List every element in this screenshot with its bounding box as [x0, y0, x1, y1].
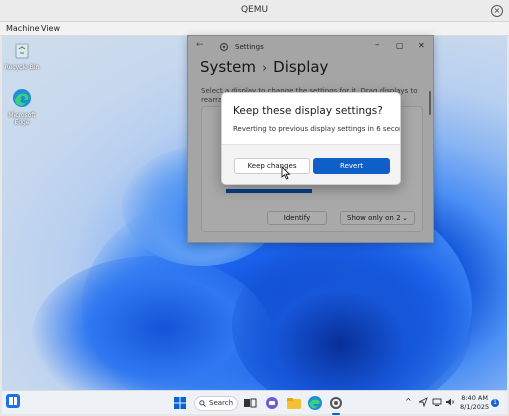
- menu-view[interactable]: View: [41, 24, 60, 33]
- menu-machine[interactable]: Machine: [6, 24, 40, 33]
- settings-taskbar-icon[interactable]: [328, 395, 344, 411]
- edge-icon: [13, 89, 31, 107]
- dialog-title: Keep these display settings?: [233, 105, 383, 117]
- dialog-footer: Keep changes Revert: [222, 144, 400, 184]
- clock-date: 8/1/2025: [460, 403, 490, 411]
- start-windows-icon[interactable]: [172, 395, 188, 411]
- edge-taskbar-icon[interactable]: [307, 395, 323, 411]
- chat-icon[interactable]: [264, 395, 280, 411]
- qemu-close-button[interactable]: ×: [491, 5, 503, 17]
- clock-time: 8:40 AM: [461, 394, 488, 402]
- active-app-indicator: [332, 413, 340, 415]
- search-icon: [199, 400, 206, 407]
- taskbar: Search ^ 8:40 AM 8/1/2025 1: [2, 390, 507, 415]
- volume-icon[interactable]: [445, 397, 455, 407]
- keep-display-settings-dialog: Keep these display settings? Reverting t…: [221, 92, 401, 185]
- network-icon[interactable]: [432, 397, 442, 407]
- revert-button[interactable]: Revert: [313, 158, 390, 174]
- qemu-title-bar: QEMU ×: [0, 0, 509, 22]
- qemu-window-title: QEMU: [240, 5, 269, 15]
- task-view-icon[interactable]: [242, 395, 258, 411]
- dialog-message: Reverting to previous display settings i…: [233, 125, 401, 133]
- copilot-arrow-icon[interactable]: [418, 397, 428, 407]
- tray-overflow-icon[interactable]: ^: [405, 397, 412, 406]
- notification-badge[interactable]: 1: [491, 399, 499, 407]
- search-label: Search: [209, 399, 234, 407]
- taskbar-search[interactable]: Search: [194, 396, 238, 411]
- recycle-bin-icon: [15, 43, 29, 59]
- desktop-icon-label: Recycle Bin: [4, 64, 40, 71]
- clock[interactable]: 8:40 AM 8/1/2025: [460, 394, 489, 412]
- desktop-icon-edge[interactable]: Microsoft Edge: [4, 88, 40, 126]
- desktop-icon-recycle-bin[interactable]: Recycle Bin: [4, 40, 40, 71]
- widgets-icon[interactable]: [6, 394, 20, 408]
- qemu-menu-bar: Machine View: [0, 22, 509, 36]
- keep-changes-button[interactable]: Keep changes: [234, 158, 310, 174]
- mouse-cursor-icon: [281, 166, 291, 180]
- desktop-icon-label: Microsoft Edge: [8, 112, 36, 126]
- file-explorer-icon[interactable]: [286, 395, 302, 411]
